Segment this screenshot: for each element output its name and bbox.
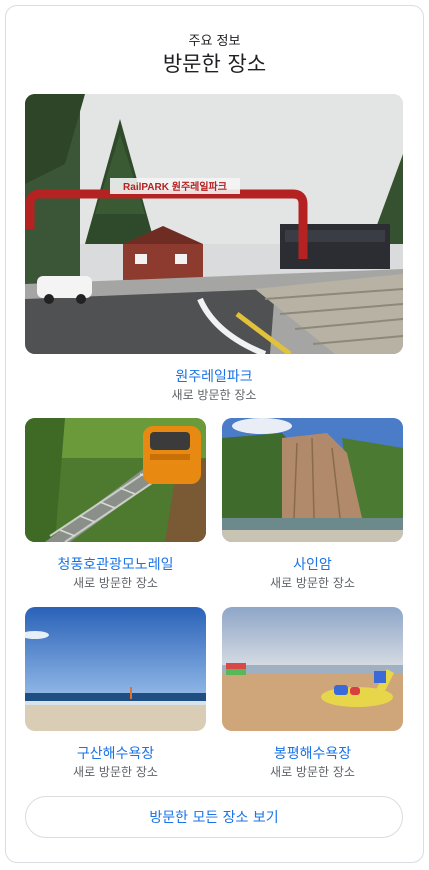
place-card-sainam[interactable]: 사인암 새로 방문한 장소 <box>222 418 403 590</box>
place-subtitle: 새로 방문한 장소 <box>270 765 355 779</box>
place-name: 봉평해수욕장 <box>273 746 352 762</box>
section-eyebrow: 주요 정보 <box>188 34 241 49</box>
place-name: 청풍호관광모노레일 <box>57 557 174 573</box>
place-subtitle: 새로 방문한 장소 <box>270 576 355 590</box>
place-subtitle: 새로 방문한 장소 <box>171 388 257 402</box>
place-photo: RailPARK 원주레일파크 <box>25 94 403 354</box>
place-photo <box>25 418 206 542</box>
place-photo <box>222 607 403 731</box>
place-subtitle: 새로 방문한 장소 <box>73 576 158 590</box>
place-name: 원주레일파크 <box>175 369 253 385</box>
place-card-cheongpung-monorail[interactable]: 청풍호관광모노레일 새로 방문한 장소 <box>25 418 206 590</box>
place-name: 사인암 <box>293 557 332 573</box>
section-title: 방문한 장소 <box>162 52 267 76</box>
place-card-bongpyeong-beach[interactable]: 봉평해수욕장 새로 방문한 장소 <box>222 607 403 779</box>
place-card-wonju-railpark[interactable]: RailPARK 원주레일파크 원주레일파크 새로 방문한 장소 <box>25 94 403 406</box>
place-name: 구산해수욕장 <box>76 746 155 762</box>
place-subtitle: 새로 방문한 장소 <box>73 765 158 779</box>
place-photo <box>222 418 403 542</box>
place-photo <box>25 607 206 731</box>
view-all-visited-places-button[interactable]: 방문한 모든 장소 보기 <box>25 796 403 838</box>
gate-sign-text: RailPARK 원주레일파크 <box>123 180 227 193</box>
place-card-gusan-beach[interactable]: 구산해수욕장 새로 방문한 장소 <box>25 607 206 779</box>
